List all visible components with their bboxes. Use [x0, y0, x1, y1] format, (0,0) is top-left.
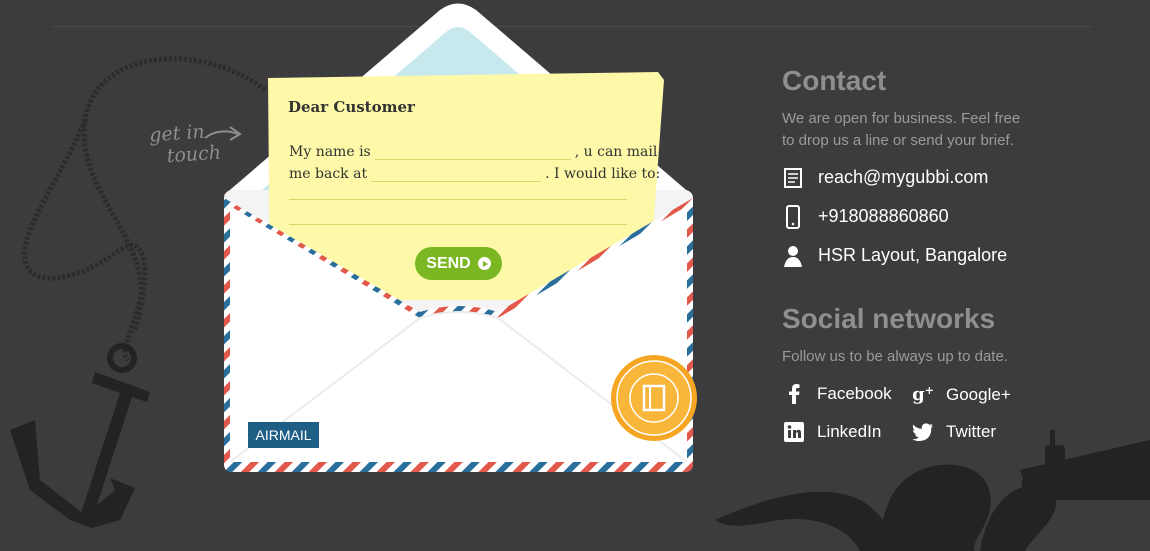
contact-title: Contact [782, 65, 887, 96]
line2-suffix: . I would like to: [545, 166, 661, 182]
contact-address: HSR Layout, Bangalore [818, 245, 1008, 265]
play-icon [477, 257, 491, 270]
social-title: Social networks [782, 303, 996, 334]
airmail-badge: AIRMAIL [248, 422, 319, 448]
contact-email-row[interactable]: reach@mygubbi.com [782, 158, 1122, 197]
facebook-link[interactable]: Facebook [783, 384, 892, 404]
letter-greeting: Dear Customer [288, 98, 415, 116]
social-description: Follow us to be always up to date. [782, 348, 1008, 365]
linkedin-label: LinkedIn [817, 422, 882, 441]
twitter-label: Twitter [946, 422, 997, 441]
location-person-icon [782, 244, 804, 268]
contact-section: Contact We are open for business. Feel f… [782, 64, 1122, 275]
twitter-icon [912, 423, 934, 441]
line1-suffix: , u can mail [574, 144, 658, 160]
octopus-icon [715, 464, 1057, 551]
rope-icon [22, 56, 267, 362]
line1-prefix: My name is [289, 144, 371, 160]
line2-prefix: me back at [289, 166, 368, 182]
message-line-2[interactable] [289, 223, 627, 225]
googleplus-link[interactable]: g + Google+ [912, 384, 1011, 405]
letter-line2: me back at . I would like to: [289, 163, 660, 182]
letter-line1: My name is , u can mail [289, 141, 657, 160]
anchor-icon [10, 343, 150, 528]
linkedin-link[interactable]: LinkedIn [783, 422, 881, 442]
contact-description: We are open for business. Feel free to d… [782, 110, 1021, 149]
email-input[interactable] [371, 163, 542, 182]
contact-phone[interactable]: +918088860860 [818, 206, 949, 227]
message-line-1[interactable] [289, 198, 627, 200]
linkedin-icon [783, 422, 805, 442]
facebook-label: Facebook [817, 384, 892, 403]
name-input[interactable] [374, 141, 571, 160]
mail-icon [782, 166, 804, 190]
letter: Dear Customer My name is , u can mail me… [264, 70, 664, 310]
get-in-touch-tagline: get in touch [149, 120, 222, 169]
submarine-icon [1020, 430, 1150, 500]
contact-phone-row[interactable]: +918088860860 [782, 197, 1122, 236]
twitter-link[interactable]: Twitter [912, 422, 996, 442]
contact-email[interactable]: reach@mygubbi.com [818, 167, 988, 188]
googleplus-icon: g + [912, 384, 934, 405]
send-button[interactable]: SEND [415, 247, 502, 280]
facebook-icon [783, 384, 805, 404]
send-label: SEND [426, 254, 471, 272]
phone-icon [782, 204, 804, 229]
googleplus-label: Google+ [946, 384, 1011, 404]
contact-address-row: HSR Layout, Bangalore [782, 236, 1122, 275]
